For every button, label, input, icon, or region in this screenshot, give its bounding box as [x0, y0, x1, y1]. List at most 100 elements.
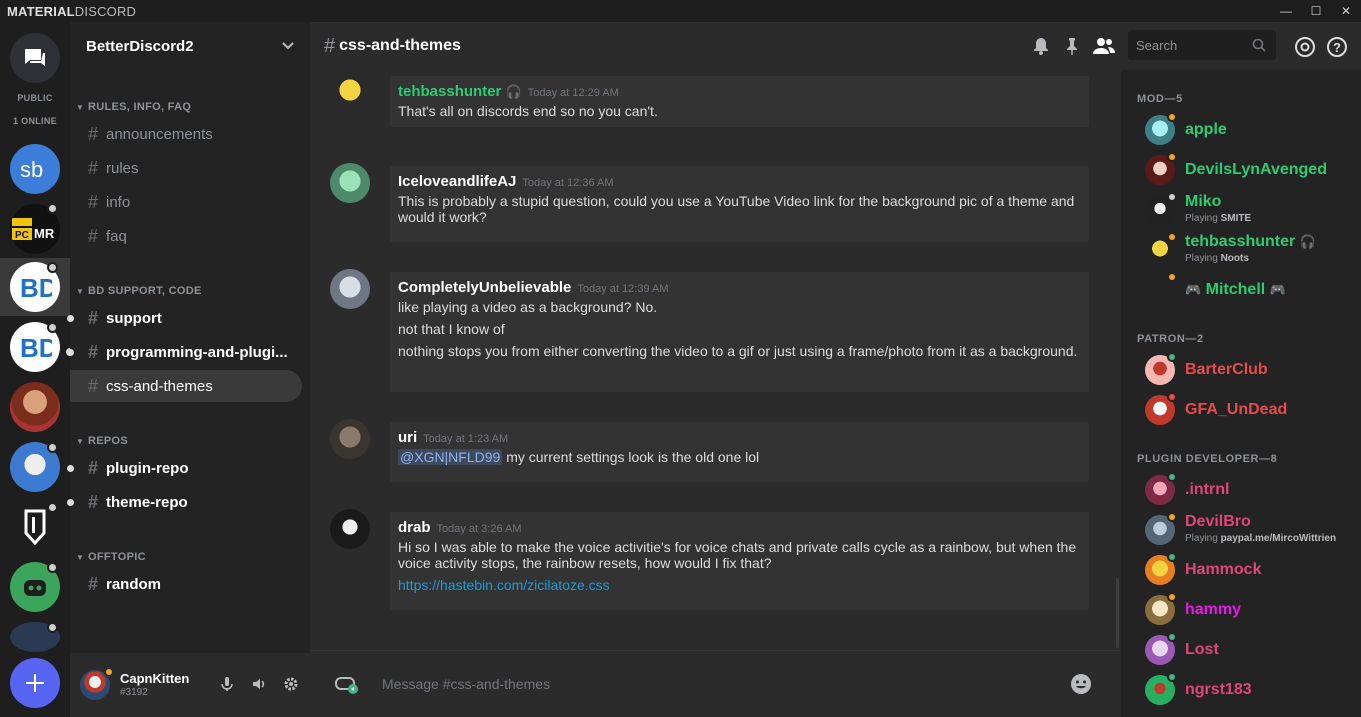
svg-text:PC: PC — [15, 230, 29, 241]
message-author[interactable]: tehbasshunter — [398, 83, 501, 100]
member-group-title: PLUGIN DEVELOPER—8 — [1137, 453, 1278, 465]
hash-icon: # — [88, 123, 99, 144]
channel-theme-repo[interactable]: # theme-repo — [67, 486, 302, 518]
category-offtopic[interactable]: ▼ OFFTOPIC — [76, 551, 146, 563]
message-author[interactable]: uri — [398, 429, 417, 446]
message-timestamp: Today at 1:23 AM — [423, 433, 509, 445]
direct-messages-icon[interactable] — [10, 33, 60, 83]
member-group-title: PATRON—2 — [1137, 333, 1204, 345]
avatar[interactable] — [330, 419, 370, 459]
member-item[interactable]: DevilsLynAvenged — [1121, 150, 1361, 190]
maximize-button[interactable]: ☐ — [1301, 0, 1331, 22]
channel-rules[interactable]: # rules — [86, 152, 302, 184]
search-icon — [1252, 38, 1266, 52]
member-item[interactable]: DevilBro Playing paypal.me/MircoWittrien — [1121, 510, 1361, 550]
avatar[interactable] — [330, 72, 370, 112]
scrollbar[interactable] — [1116, 578, 1119, 648]
member-item[interactable]: Miko Playing SMITE — [1121, 190, 1361, 230]
gear-icon[interactable] — [282, 675, 300, 693]
avatar[interactable] — [330, 163, 370, 203]
help-icon[interactable]: ? — [1326, 36, 1348, 58]
member-item[interactable]: GFA_UnDead — [1121, 390, 1361, 430]
user-mention[interactable]: @XGN|NFLD99 — [398, 449, 503, 465]
hash-icon: # — [88, 225, 99, 246]
member-name: hammy — [1185, 601, 1242, 618]
member-item[interactable]: Lost — [1121, 630, 1361, 670]
message-text: Hi so I was able to make the voice activ… — [398, 539, 1077, 571]
mentions-icon[interactable] — [1294, 36, 1316, 58]
channel-plugin-repo[interactable]: # plugin-repo — [67, 452, 302, 484]
member-item[interactable]: 🎮 Mitchell 🎮 — [1121, 270, 1361, 310]
guild-anime-icon[interactable] — [10, 382, 60, 432]
hash-icon: # — [88, 457, 99, 478]
microphone-icon[interactable] — [218, 675, 236, 693]
channel-info[interactable]: # info — [86, 186, 302, 218]
message-link[interactable]: https://hastebin.com/zicilatoze.css — [398, 577, 610, 593]
status-indicator — [1167, 112, 1177, 122]
message-input[interactable]: Message #css-and-themes — [382, 676, 550, 692]
member-item[interactable]: Hammock — [1121, 550, 1361, 590]
message-author[interactable]: drab — [398, 519, 431, 536]
status-indicator — [1167, 232, 1177, 242]
member-name: Lost — [1185, 641, 1219, 658]
pin-icon[interactable] — [1062, 36, 1082, 56]
message-text: nothing stops you from either converting… — [398, 343, 1078, 359]
avatar[interactable] — [330, 509, 370, 549]
bell-icon[interactable] — [1031, 36, 1051, 56]
channel-title: css-and-themes — [339, 37, 461, 54]
speaker-icon[interactable] — [250, 675, 268, 693]
member-item[interactable]: apple — [1121, 110, 1361, 150]
guild-sb-icon[interactable]: sb — [10, 144, 60, 194]
member-list-icon[interactable] — [1092, 36, 1116, 56]
avatar[interactable] — [330, 269, 370, 309]
member-item[interactable]: hammy — [1121, 590, 1361, 630]
add-server-button[interactable] — [10, 658, 60, 708]
status-indicator — [1167, 472, 1177, 482]
message-author[interactable]: CompletelyUnbelievable — [398, 279, 571, 296]
gamepad-icon: 🎮 — [1269, 282, 1286, 297]
member-name: DevilsLynAvenged — [1185, 161, 1327, 178]
status-indicator — [1167, 632, 1177, 642]
search-input[interactable]: Search — [1128, 30, 1276, 60]
channel-css-and-themes[interactable]: # css-and-themes — [70, 370, 302, 402]
member-name: BarterClub — [1185, 361, 1268, 378]
message-text: That's all on discords end so no you can… — [398, 103, 658, 119]
channel-sidebar: BetterDiscord2 ▼ RULES, INFO, FAQ # announ… — [67, 22, 310, 717]
channel-support[interactable]: # support — [67, 302, 302, 334]
category-rules[interactable]: ▼ RULES, INFO, FAQ — [76, 101, 191, 113]
guild-status-dot — [47, 322, 58, 333]
svg-text:BD: BD — [20, 273, 52, 302]
status-indicator — [1167, 272, 1177, 282]
message-author[interactable]: IceloveandlifeAJ — [398, 173, 516, 190]
headphones-icon: 🎧 — [505, 84, 522, 99]
online-count: 1 ONLINE — [13, 116, 57, 126]
channel-faq[interactable]: # faq — [86, 220, 302, 252]
member-item[interactable]: .intrnl — [1121, 470, 1361, 510]
message-list: tehbasshunter 🎧 Today at 12:29 AM That's … — [310, 70, 1121, 650]
member-activity: Playing Noots — [1185, 253, 1249, 264]
member-item[interactable]: BarterClub — [1121, 350, 1361, 390]
message-composer: Message #css-and-themes — [310, 650, 1121, 717]
close-button[interactable]: ✕ — [1331, 0, 1361, 22]
guild-status-dot — [47, 442, 58, 453]
message-text: my current settings look is the old one … — [502, 449, 760, 465]
member-name: tehbasshunter 🎧 — [1185, 233, 1316, 250]
hash-icon: # — [88, 573, 99, 594]
member-item[interactable]: ngrst183 — [1121, 670, 1361, 710]
member-item[interactable]: tehbasshunter 🎧 Playing Noots — [1121, 230, 1361, 270]
member-name: GFA_UnDead — [1185, 401, 1288, 418]
message-text: not that I know of — [398, 321, 505, 337]
minimize-button[interactable]: — — [1271, 0, 1301, 22]
message: CompletelyUnbelievable Today at 12:39 AM … — [390, 272, 1089, 392]
channel-random[interactable]: # random — [86, 568, 302, 600]
category-repos[interactable]: ▼ REPOS — [76, 435, 128, 447]
category-support[interactable]: ▼ BD SUPPORT, CODE — [76, 285, 202, 297]
svg-text:sb: sb — [20, 157, 43, 182]
status-indicator — [1167, 192, 1177, 202]
channel-announcements[interactable]: # announcements — [86, 118, 302, 150]
member-name: apple — [1185, 121, 1227, 138]
emoji-icon[interactable] — [1069, 672, 1093, 696]
upload-icon[interactable] — [334, 674, 360, 696]
channel-programming-and-plugins[interactable]: # programming-and-plugi... — [67, 336, 302, 368]
server-header[interactable]: BetterDiscord2 — [70, 22, 310, 70]
